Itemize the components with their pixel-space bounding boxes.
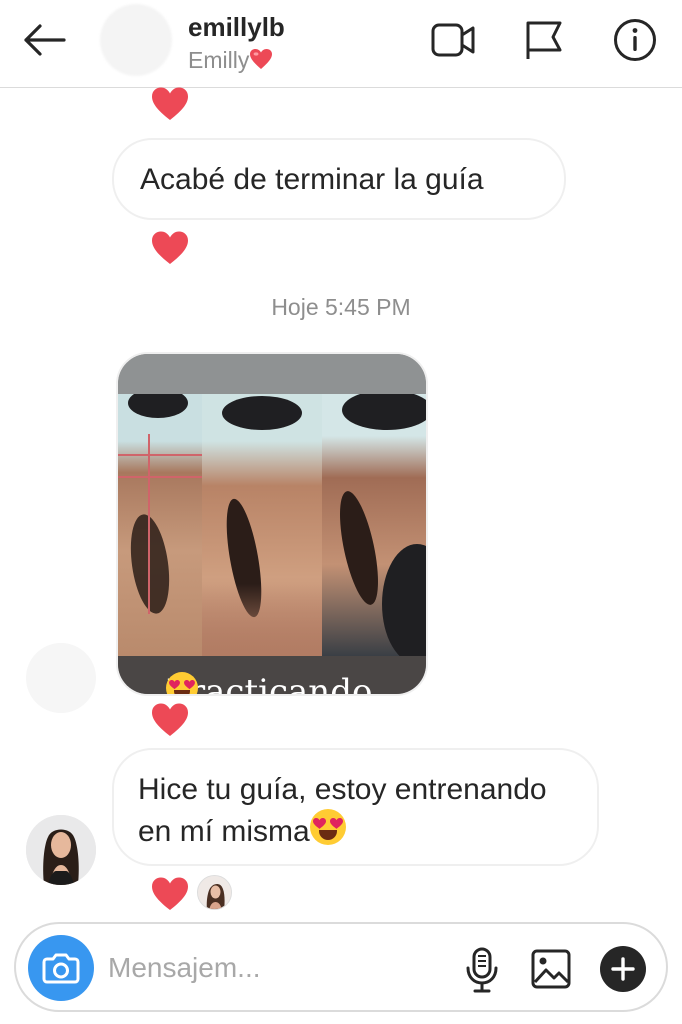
photo-message[interactable]: Practicando: [116, 352, 428, 696]
photo-panel: [118, 394, 202, 656]
plus-icon: [611, 957, 635, 981]
sender-avatar-faded[interactable]: [26, 643, 96, 713]
header-avatar[interactable]: [100, 4, 172, 76]
avatar-photo: [26, 815, 96, 885]
info-icon[interactable]: [612, 17, 658, 63]
display-name-text: Emilly: [188, 47, 250, 73]
heart-reaction-icon[interactable]: [150, 876, 190, 912]
heart-eyes-emoji-icon: [309, 809, 346, 845]
message-line-text: en mí misma: [138, 815, 310, 848]
photo-caption: Practicando: [118, 656, 426, 694]
heart-reaction-icon[interactable]: [150, 702, 190, 738]
gallery-icon[interactable]: [530, 948, 572, 990]
timestamp: Hoje 5:45 PM: [271, 294, 411, 320]
camera-icon: [42, 953, 80, 984]
microphone-icon[interactable]: [462, 946, 502, 994]
red-heart-emoji-icon: [250, 49, 273, 69]
back-arrow-icon[interactable]: [20, 20, 68, 60]
video-call-icon[interactable]: [430, 17, 476, 63]
seen-avatar: [197, 875, 232, 910]
message-composer: [14, 922, 668, 1012]
flag-icon[interactable]: [520, 17, 566, 63]
message-input[interactable]: [108, 946, 428, 990]
sender-avatar[interactable]: [26, 815, 96, 885]
message-line: en mí misma: [138, 809, 573, 851]
heart-eyes-emoji-icon: [166, 672, 198, 694]
heart-reaction-icon[interactable]: [150, 230, 190, 266]
message-bubble[interactable]: Acabé de terminar la guía: [112, 138, 566, 220]
heart-reaction-icon[interactable]: [150, 86, 190, 122]
chat-header: emillylb Emilly: [0, 0, 682, 88]
photo-top-band: [118, 354, 426, 394]
message-line: Hice tu guía, estoy entrenando: [138, 773, 547, 806]
display-name: Emilly: [188, 47, 273, 74]
photo-panel: [202, 394, 322, 656]
camera-button[interactable]: [28, 935, 94, 1001]
username[interactable]: emillylb: [188, 12, 285, 43]
seen-avatar-photo: [198, 876, 231, 909]
plus-button[interactable]: [600, 946, 646, 992]
message-bubble[interactable]: Hice tu guía, estoy entrenando en mí mis…: [112, 748, 599, 866]
photo-panel: [322, 394, 426, 656]
